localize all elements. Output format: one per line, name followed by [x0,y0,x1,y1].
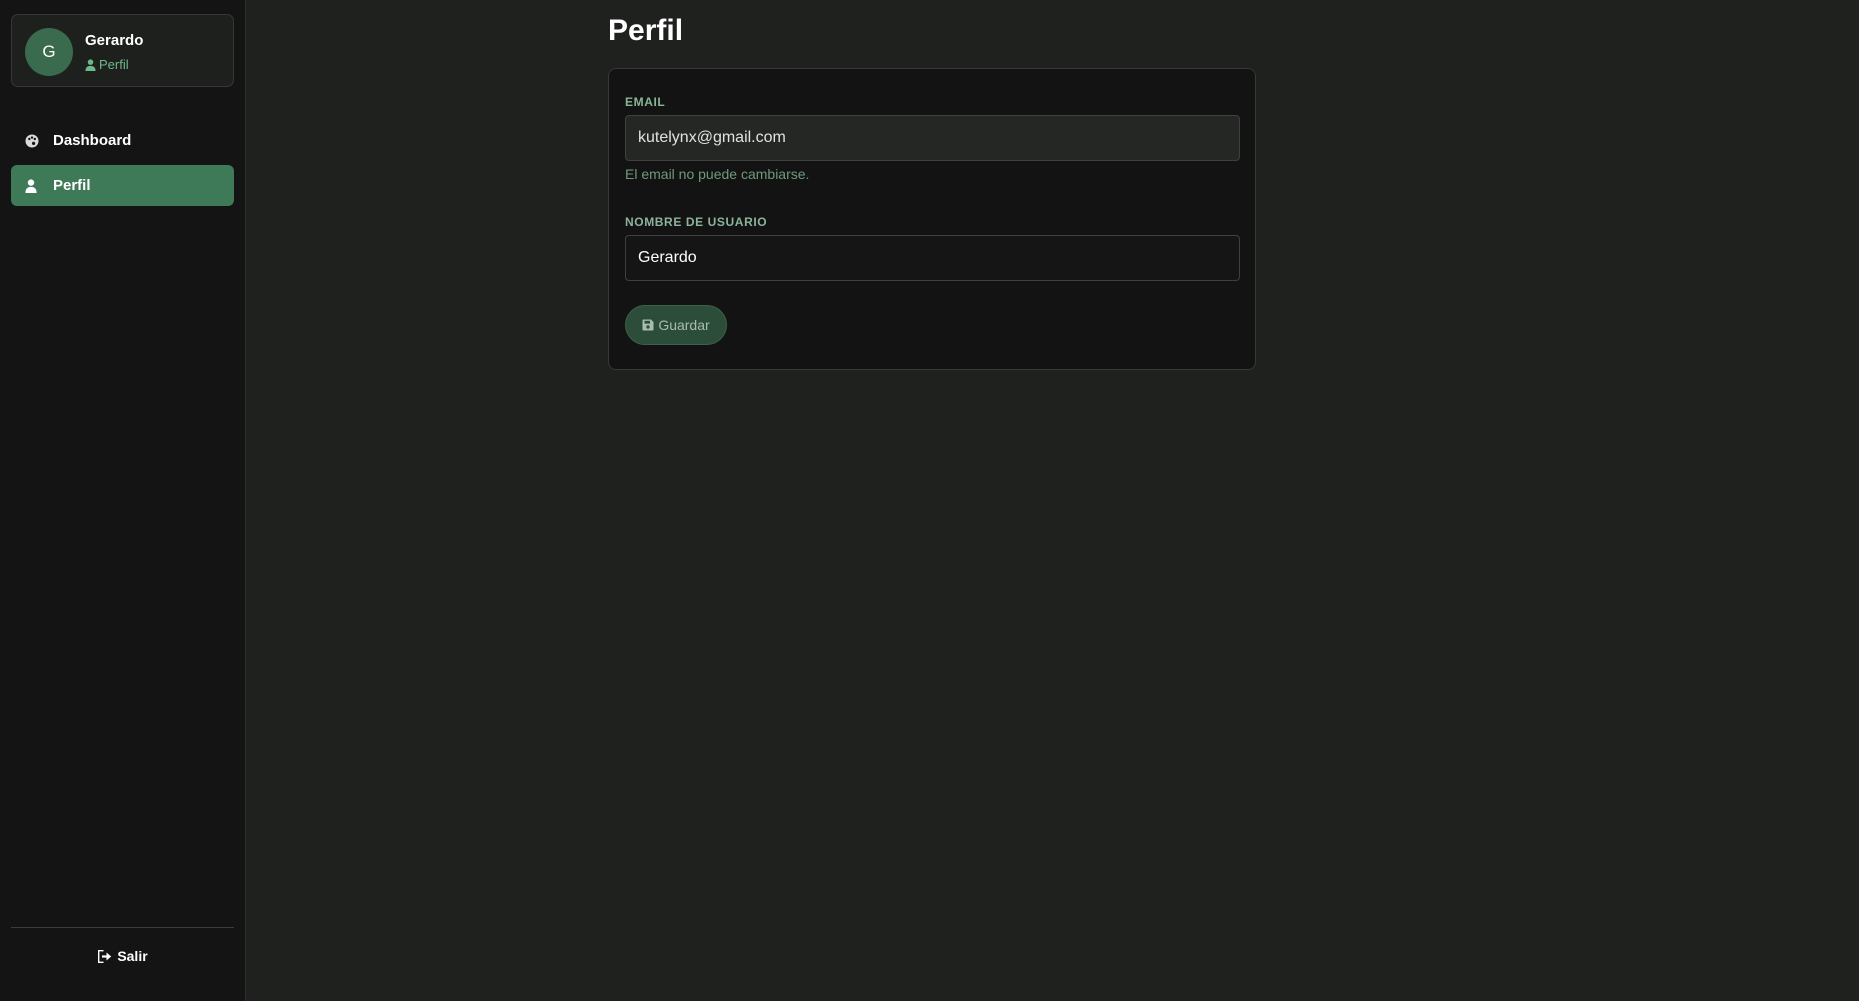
logout-label: Salir [117,948,148,964]
user-role-label: Perfil [99,57,129,72]
email-field[interactable] [625,115,1240,161]
avatar: G [25,28,73,76]
logout-button[interactable]: Salir [0,948,246,964]
username-field[interactable] [625,235,1240,281]
sidebar-item-label: Perfil [53,177,91,194]
save-button[interactable]: Guardar [625,305,727,345]
user-icon [85,58,96,71]
save-label: Guardar [658,317,710,333]
page-title: Perfil [608,14,684,47]
sidebar-item-perfil[interactable]: Perfil [11,165,234,206]
user-name: Gerardo [85,32,144,49]
email-label: EMAIL [625,95,666,109]
username-label: NOMBRE DE USUARIO [625,215,768,229]
sidebar-item-label: Dashboard [53,132,132,149]
user-icon [25,178,39,193]
sidebar: G Gerardo Perfil Dashboard Perfil Salir [0,0,246,1001]
email-hint: El email no puede cambiarse. [625,166,810,182]
save-icon [642,319,654,331]
user-role: Perfil [85,57,129,72]
palette-icon [25,134,39,148]
sidebar-divider [11,927,234,928]
sign-out-icon [98,949,112,963]
user-card: G Gerardo Perfil [11,14,234,87]
profile-form-card: EMAIL El email no puede cambiarse. NOMBR… [608,68,1256,370]
sidebar-item-dashboard[interactable]: Dashboard [11,120,234,161]
